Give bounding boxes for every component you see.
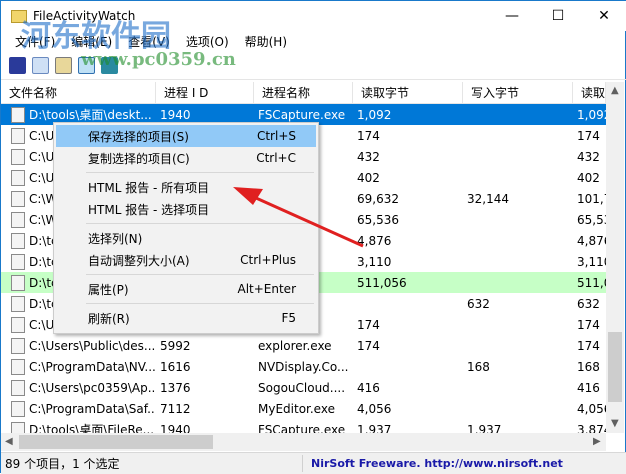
app-window: FileActivityWatch — ☐ ✕ 文件(F) 编辑(E) 查看(V… [0, 0, 626, 474]
red-arrow-annotation [233, 187, 364, 248]
